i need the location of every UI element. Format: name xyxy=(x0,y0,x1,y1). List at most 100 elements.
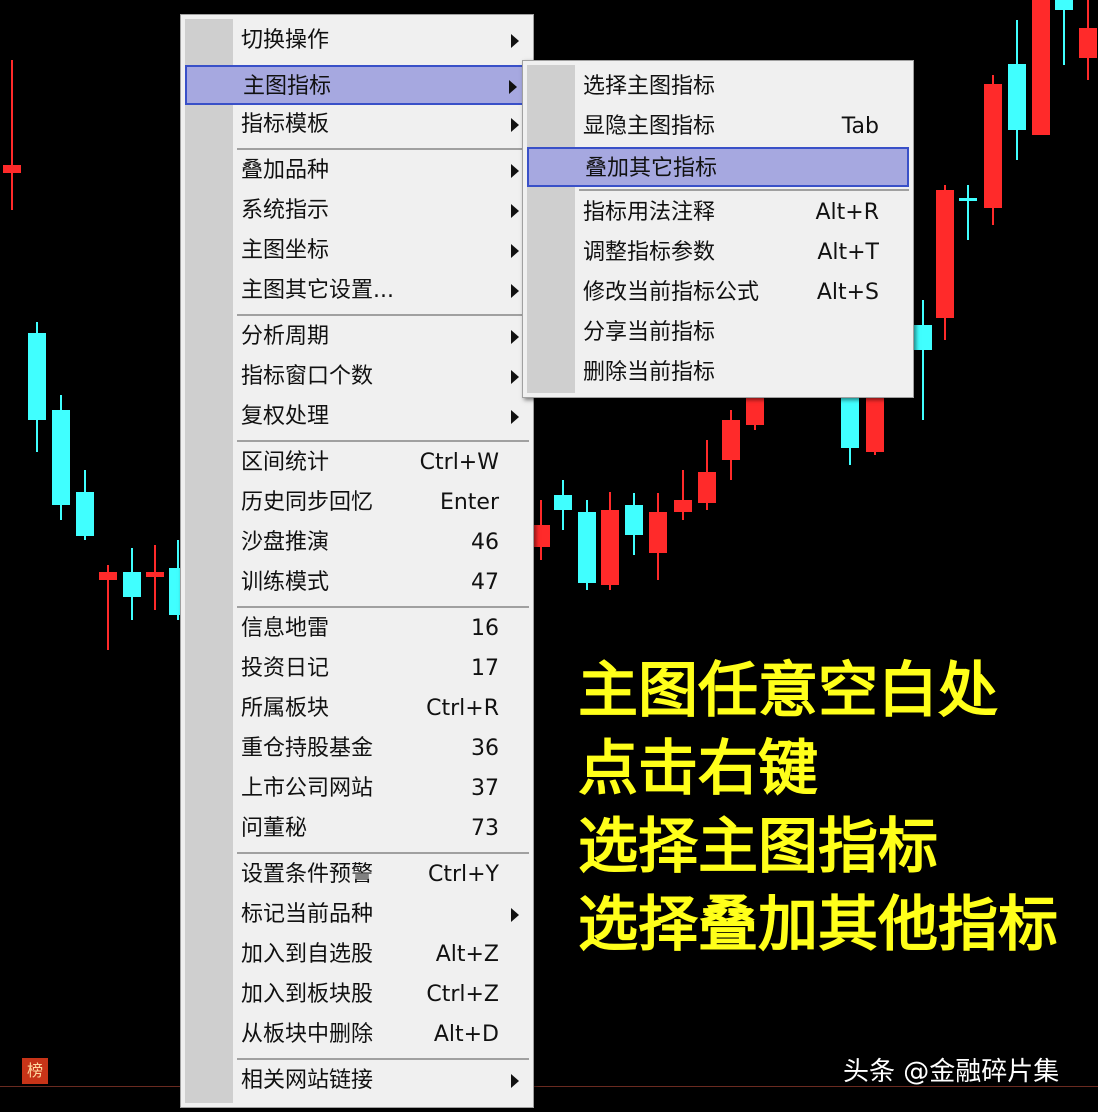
candlestick xyxy=(554,480,572,530)
menu-item[interactable]: 主图指标 xyxy=(185,65,529,105)
candle-body xyxy=(146,572,164,577)
menu-item-label: 沙盘推演 xyxy=(241,530,330,555)
candle-body xyxy=(746,398,764,425)
menu-item[interactable]: 分析周期 xyxy=(185,317,529,357)
menu-item[interactable]: 相关网站链接 xyxy=(185,1061,529,1101)
candle-body xyxy=(722,420,740,460)
submenu-item[interactable]: 显隐主图指标 Tab xyxy=(527,107,909,147)
watermark: 头条 @金融碎片集 xyxy=(843,1057,1060,1087)
menu-item-label: 加入到自选股 xyxy=(241,942,374,967)
menu-separator xyxy=(237,606,529,608)
candlestick xyxy=(532,500,550,560)
caption-line-1: 主图任意空白处 xyxy=(578,656,998,726)
candle-body xyxy=(1079,28,1097,58)
menu-item-label: 重仓持股基金 xyxy=(241,736,374,761)
menu-item-label: 设置条件预警 xyxy=(241,862,374,887)
submenu-item-label: 叠加其它指标 xyxy=(585,156,718,181)
menu-item-label: 从板块中删除 xyxy=(241,1022,374,1047)
candle-body xyxy=(841,398,859,448)
candle-body xyxy=(1032,0,1050,135)
menu-item[interactable]: 复权处理 xyxy=(185,397,529,437)
submenu-item[interactable]: 选择主图指标 xyxy=(527,67,909,107)
menu-item-shortcut: Alt+Z xyxy=(435,942,499,967)
menu-item-label: 主图坐标 xyxy=(241,238,330,263)
candlestick xyxy=(28,322,46,452)
submenu-item[interactable]: 修改当前指标公式 Alt+S xyxy=(527,273,909,313)
submenu-item[interactable]: 删除当前指标 xyxy=(527,353,909,393)
submenu-arrow-icon xyxy=(511,330,519,344)
submenu-arrow-icon xyxy=(511,118,519,132)
menu-item-label: 投资日记 xyxy=(241,656,330,681)
candle-body xyxy=(866,398,884,452)
menu-item-label: 信息地雷 xyxy=(241,616,330,641)
menu-item[interactable]: 切换操作 xyxy=(185,21,529,61)
menu-separator xyxy=(237,1058,529,1060)
submenu-arrow-icon xyxy=(511,204,519,218)
menu-item[interactable]: 主图坐标 xyxy=(185,231,529,271)
candlestick xyxy=(1008,20,1026,160)
menu-item[interactable]: 训练模式 47 xyxy=(185,563,529,603)
menu-item[interactable]: 标记当前品种 xyxy=(185,895,529,935)
menu-item[interactable]: 设置条件预警 Ctrl+Y xyxy=(185,855,529,895)
submenu-item-label: 选择主图指标 xyxy=(583,74,716,99)
menu-item-shortcut: 37 xyxy=(471,776,499,801)
menu-item[interactable]: 重仓持股基金 36 xyxy=(185,729,529,769)
candle-body xyxy=(532,525,550,547)
menu-item-shortcut: 73 xyxy=(471,816,499,841)
candlestick xyxy=(578,500,596,590)
submenu-item[interactable]: 指标用法注释 Alt+R xyxy=(527,193,909,233)
submenu-item[interactable]: 叠加其它指标 xyxy=(527,147,909,187)
main-indicator-submenu: 选择主图指标显隐主图指标 Tab 叠加其它指标指标用法注释 Alt+R 调整指标参数 Al… xyxy=(522,60,914,398)
menu-item[interactable]: 系统指示 xyxy=(185,191,529,231)
menu-item-label: 所属板块 xyxy=(241,696,330,721)
menu-item[interactable]: 区间统计 Ctrl+W xyxy=(185,443,529,483)
menu-item[interactable]: 问董秘 73 xyxy=(185,809,529,849)
candlestick xyxy=(841,395,859,465)
menu-item[interactable]: 从板块中删除 Alt+D xyxy=(185,1015,529,1055)
submenu-item-label: 修改当前指标公式 xyxy=(583,280,760,305)
caption-line-2: 点击右键 xyxy=(578,734,818,804)
menu-item[interactable]: 上市公司网站 37 xyxy=(185,769,529,809)
menu-separator xyxy=(237,314,529,316)
submenu-item[interactable]: 调整指标参数 Alt+T xyxy=(527,233,909,273)
submenu-item-label: 删除当前指标 xyxy=(583,360,716,385)
menu-item-shortcut: 46 xyxy=(471,530,499,555)
candle-body xyxy=(601,510,619,585)
submenu-arrow-icon xyxy=(511,284,519,298)
menu-item[interactable]: 所属板块 Ctrl+R xyxy=(185,689,529,729)
menu-item[interactable]: 叠加品种 xyxy=(185,151,529,191)
menu-item[interactable]: 历史同步回忆 Enter xyxy=(185,483,529,523)
menu-item-shortcut: Alt+D xyxy=(433,1022,499,1047)
submenu-item-shortcut: Tab xyxy=(841,114,879,139)
submenu-item[interactable]: 分享当前指标 xyxy=(527,313,909,353)
menu-item-label: 系统指示 xyxy=(241,198,330,223)
menu-item-label: 复权处理 xyxy=(241,404,330,429)
menu-item[interactable]: 投资日记 17 xyxy=(185,649,529,689)
candle-body xyxy=(52,410,70,505)
candlestick xyxy=(601,492,619,590)
menu-item-label: 切换操作 xyxy=(241,28,330,53)
menu-item[interactable]: 主图其它设置... xyxy=(185,271,529,311)
menu-item[interactable]: 加入到自选股 Alt+Z xyxy=(185,935,529,975)
menu-item[interactable]: 沙盘推演 46 xyxy=(185,523,529,563)
menu-separator xyxy=(237,148,529,150)
candle-body xyxy=(936,190,954,318)
menu-item[interactable]: 信息地雷 16 xyxy=(185,609,529,649)
menu-item[interactable]: 加入到板块股 Ctrl+Z xyxy=(185,975,529,1015)
menu-item[interactable]: 指标窗口个数 xyxy=(185,357,529,397)
candlestick xyxy=(959,185,977,240)
candle-body xyxy=(914,325,932,350)
candlestick xyxy=(936,185,954,340)
candlestick xyxy=(146,545,164,610)
candle-body xyxy=(674,500,692,512)
submenu-item-shortcut: Alt+R xyxy=(815,200,879,225)
menu-item-label: 相关网站链接 xyxy=(241,1068,374,1093)
menu-item-label: 训练模式 xyxy=(241,570,330,595)
menu-item-label: 区间统计 xyxy=(241,450,330,475)
menu-item[interactable]: 指标模板 xyxy=(185,105,529,145)
menu-item-label: 标记当前品种 xyxy=(241,902,374,927)
menu-item-label: 指标模板 xyxy=(241,112,330,137)
candlestick xyxy=(123,548,141,620)
menu-item-label: 上市公司网站 xyxy=(241,776,374,801)
menu-item-shortcut: 17 xyxy=(471,656,499,681)
